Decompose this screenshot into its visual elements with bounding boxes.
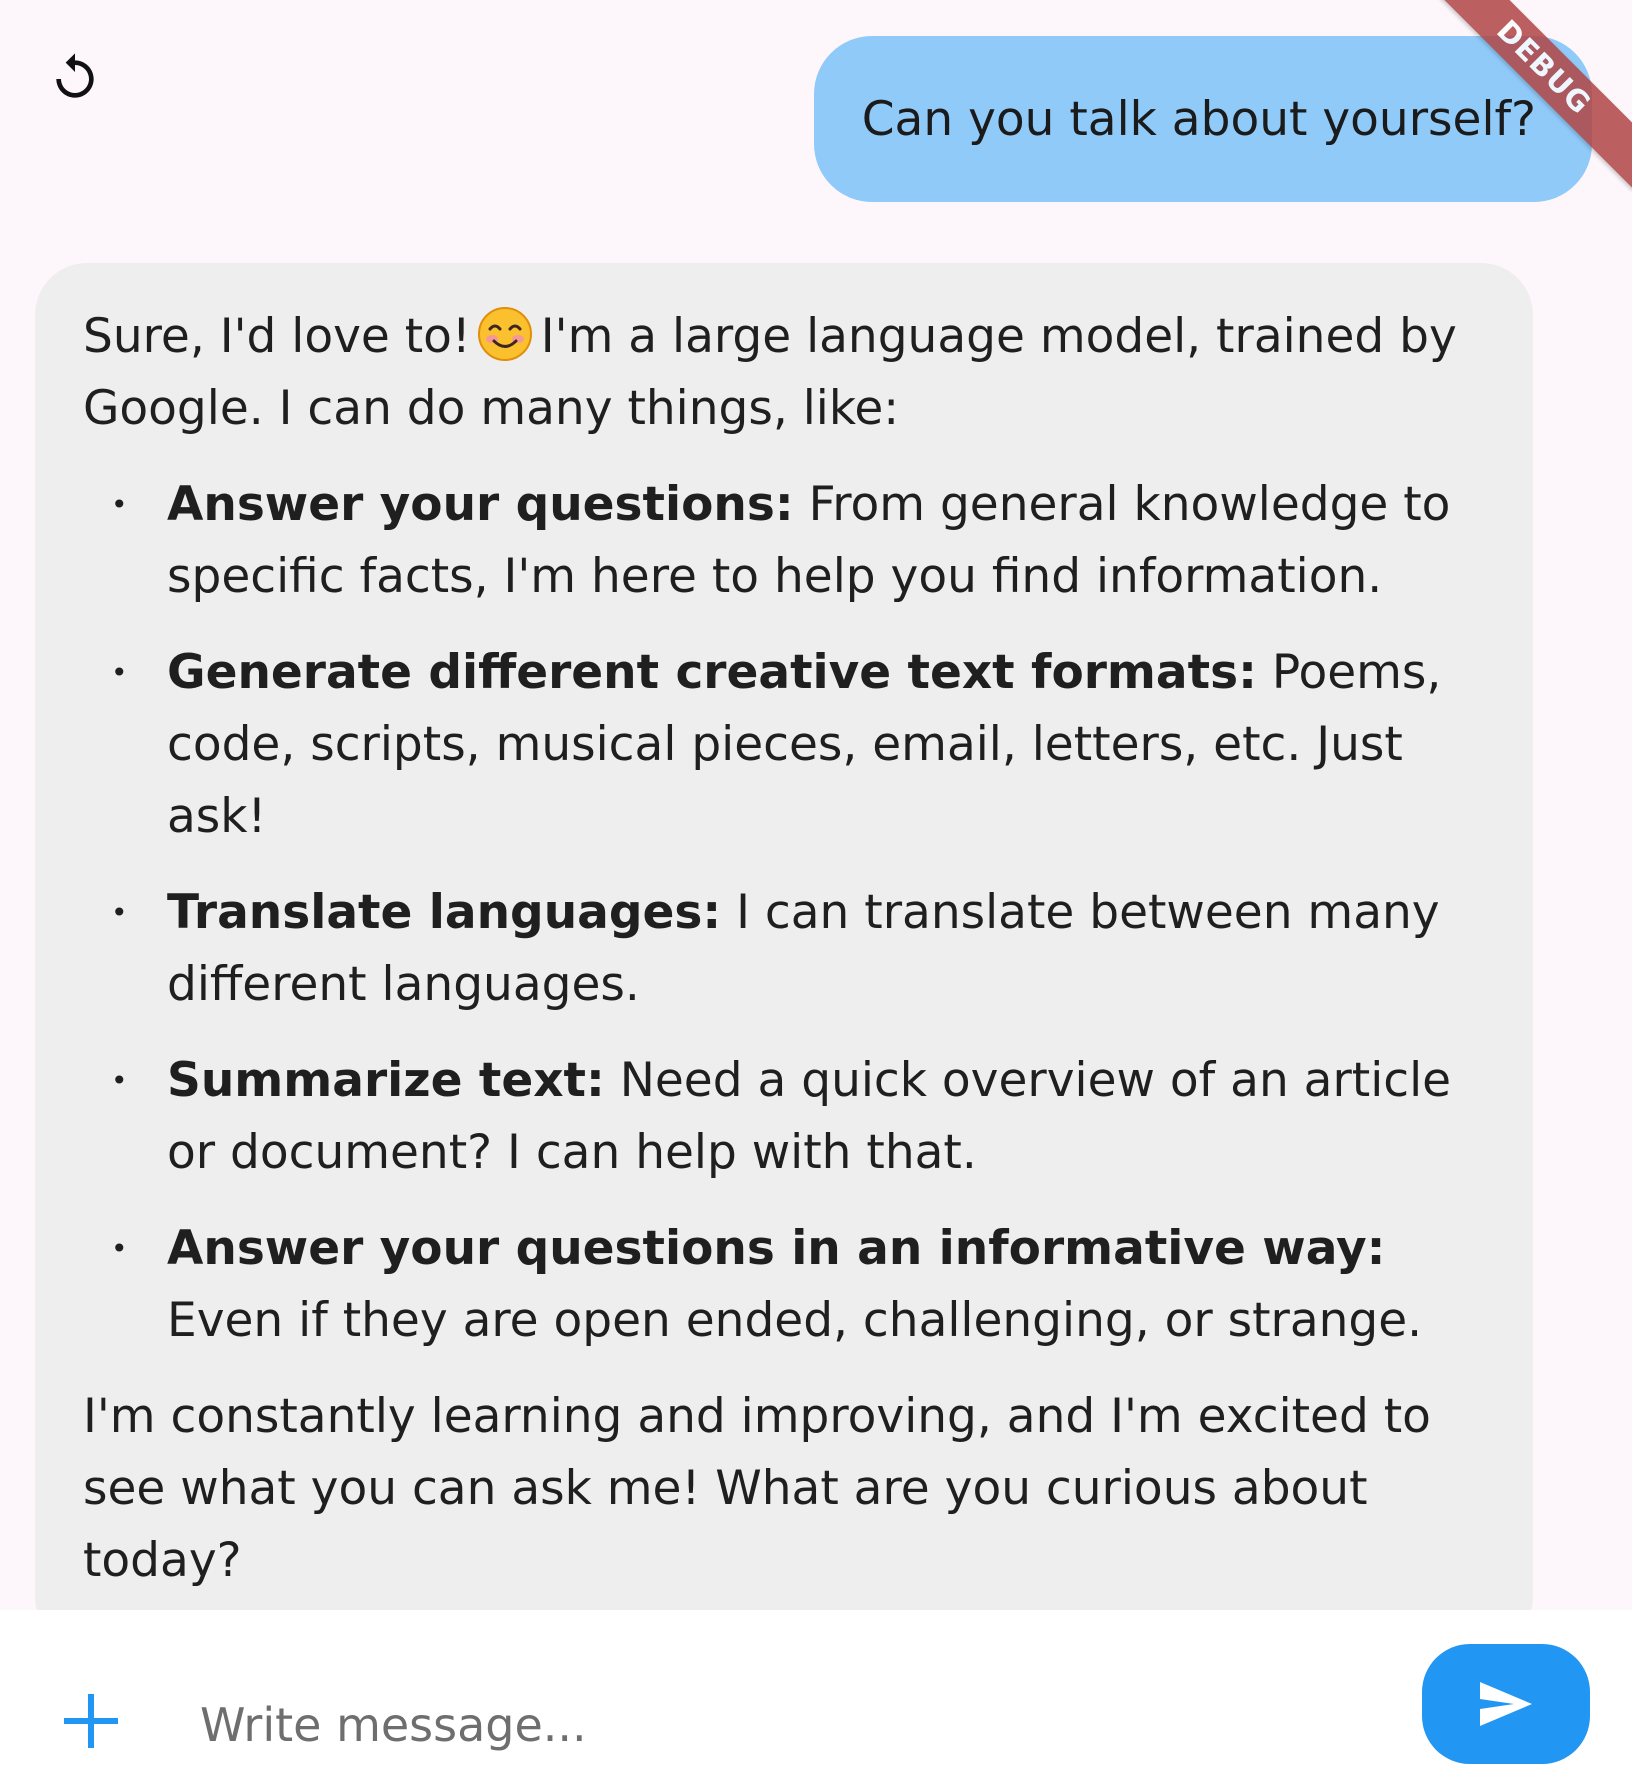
- message-composer: [0, 1610, 1632, 1783]
- bullet: •: [111, 1064, 128, 1097]
- plus-icon: [64, 1694, 118, 1748]
- bullet: •: [111, 656, 128, 689]
- bot-intro: Sure, I'd love to! I'm a large language …: [83, 301, 1485, 445]
- list-item: • Answer your questions in an informativ…: [83, 1213, 1485, 1357]
- list-item: • Generate different creative text forma…: [83, 637, 1485, 853]
- refresh-icon: [56, 53, 94, 98]
- bullet: •: [111, 488, 128, 521]
- list-item-title: Translate languages:: [167, 885, 722, 940]
- user-message-bubble: Can you talk about yourself?: [813, 36, 1592, 202]
- reset-chat-button[interactable]: [38, 42, 112, 116]
- list-item-title: Answer your questions in an informative …: [167, 1221, 1386, 1276]
- smiling-face-icon: [477, 307, 532, 361]
- user-message-text: Can you talk about yourself?: [861, 91, 1536, 147]
- send-icon: [1480, 1682, 1532, 1726]
- send-button[interactable]: [1422, 1644, 1590, 1764]
- chat-area: Can you talk about yourself? Sure, I'd l…: [0, 0, 1632, 1649]
- attach-button[interactable]: [56, 1686, 126, 1756]
- list-item: • Summarize text: Need a quick overview …: [83, 1045, 1485, 1189]
- list-item-title: Answer your questions:: [167, 477, 794, 532]
- bot-message-bubble: Sure, I'd love to! I'm a large language …: [35, 263, 1533, 1649]
- bot-intro-text-1: Sure, I'd love to!: [83, 309, 471, 364]
- list-item-title: Summarize text:: [167, 1053, 605, 1108]
- bot-closing: I'm constantly learning and improving, a…: [83, 1389, 1431, 1588]
- bot-capabilities-list: • Answer your questions: From general kn…: [83, 469, 1485, 1357]
- bullet: •: [111, 1232, 128, 1265]
- bullet: •: [111, 896, 128, 929]
- list-item: • Translate languages: I can translate b…: [83, 877, 1485, 1021]
- list-item: • Answer your questions: From general kn…: [83, 469, 1485, 613]
- message-input[interactable]: [198, 1692, 1382, 1758]
- list-item-text: Even if they are open ended, challenging…: [167, 1293, 1423, 1348]
- list-item-title: Generate different creative text formats…: [167, 645, 1257, 700]
